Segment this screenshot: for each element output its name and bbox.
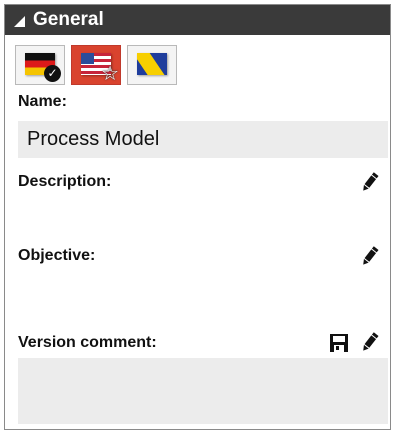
version-comment-field xyxy=(18,358,388,424)
language-english-button[interactable]: ☆ xyxy=(71,45,121,85)
edit-version-comment-pencil-icon[interactable] xyxy=(359,331,381,353)
version-comment-input[interactable] xyxy=(18,358,388,424)
panel-title: General xyxy=(33,9,104,30)
language-german-button[interactable]: ✓ xyxy=(15,45,65,85)
bosnia-flag-icon xyxy=(137,53,167,75)
name-field-container xyxy=(18,121,388,158)
panel-header[interactable]: General xyxy=(5,5,390,35)
description-field xyxy=(18,197,388,241)
name-input[interactable] xyxy=(18,121,388,158)
edit-description-pencil-icon[interactable] xyxy=(359,171,381,193)
language-selector: ✓ ☆ xyxy=(15,45,177,87)
objective-input[interactable] xyxy=(18,271,388,323)
edit-objective-pencil-icon[interactable] xyxy=(359,245,381,267)
objective-field xyxy=(18,271,388,323)
objective-label: Objective: xyxy=(18,247,96,264)
checkmark-icon: ✓ xyxy=(44,65,61,82)
name-label: Name: xyxy=(18,93,67,110)
language-bosnian-button[interactable] xyxy=(127,45,177,85)
save-icon[interactable] xyxy=(328,332,350,354)
collapse-triangle-icon[interactable] xyxy=(14,15,25,27)
general-panel: General ✓ ☆ Name: Description: xyxy=(4,4,391,430)
version-comment-label: Version comment: xyxy=(18,334,157,351)
description-input[interactable] xyxy=(18,197,388,241)
description-label: Description: xyxy=(18,173,112,190)
star-icon: ☆ xyxy=(101,63,119,85)
